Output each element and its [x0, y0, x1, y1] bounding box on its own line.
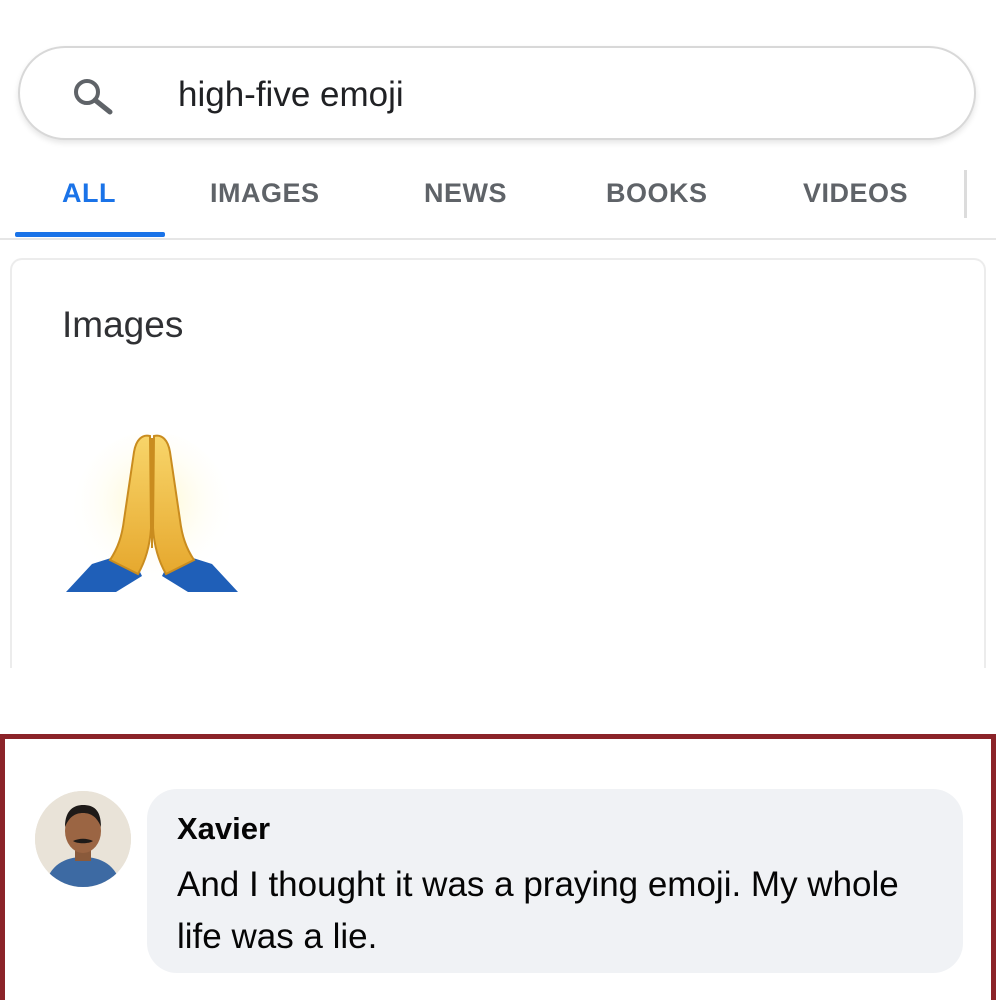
tabs-divider — [0, 238, 996, 240]
comment-bubble: Xavier And I thought it was a praying em… — [147, 789, 963, 973]
images-section-heading: Images — [62, 304, 184, 345]
search-bar[interactable] — [18, 46, 976, 140]
tab-scroll-divider — [964, 170, 967, 218]
commenter-name[interactable]: Xavier — [177, 811, 270, 847]
avatar[interactable] — [35, 791, 131, 887]
tab-all[interactable]: ALL — [62, 178, 116, 209]
comment-text: And I thought it was a praying emoji. My… — [177, 865, 899, 956]
active-tab-indicator — [15, 232, 165, 237]
tab-books[interactable]: BOOKS — [606, 178, 708, 209]
tab-images[interactable]: IMAGES — [210, 178, 320, 209]
folded-hands-icon[interactable] — [52, 428, 252, 602]
tab-videos[interactable]: VIDEOS — [803, 178, 908, 209]
images-card: Images — [10, 258, 986, 668]
search-input[interactable] — [178, 70, 878, 120]
comment-section: Xavier And I thought it was a praying em… — [0, 734, 996, 1000]
search-tabs: ALL IMAGES NEWS BOOKS VIDEOS — [0, 160, 996, 246]
search-icon[interactable] — [70, 76, 118, 116]
tab-news[interactable]: NEWS — [424, 178, 507, 209]
